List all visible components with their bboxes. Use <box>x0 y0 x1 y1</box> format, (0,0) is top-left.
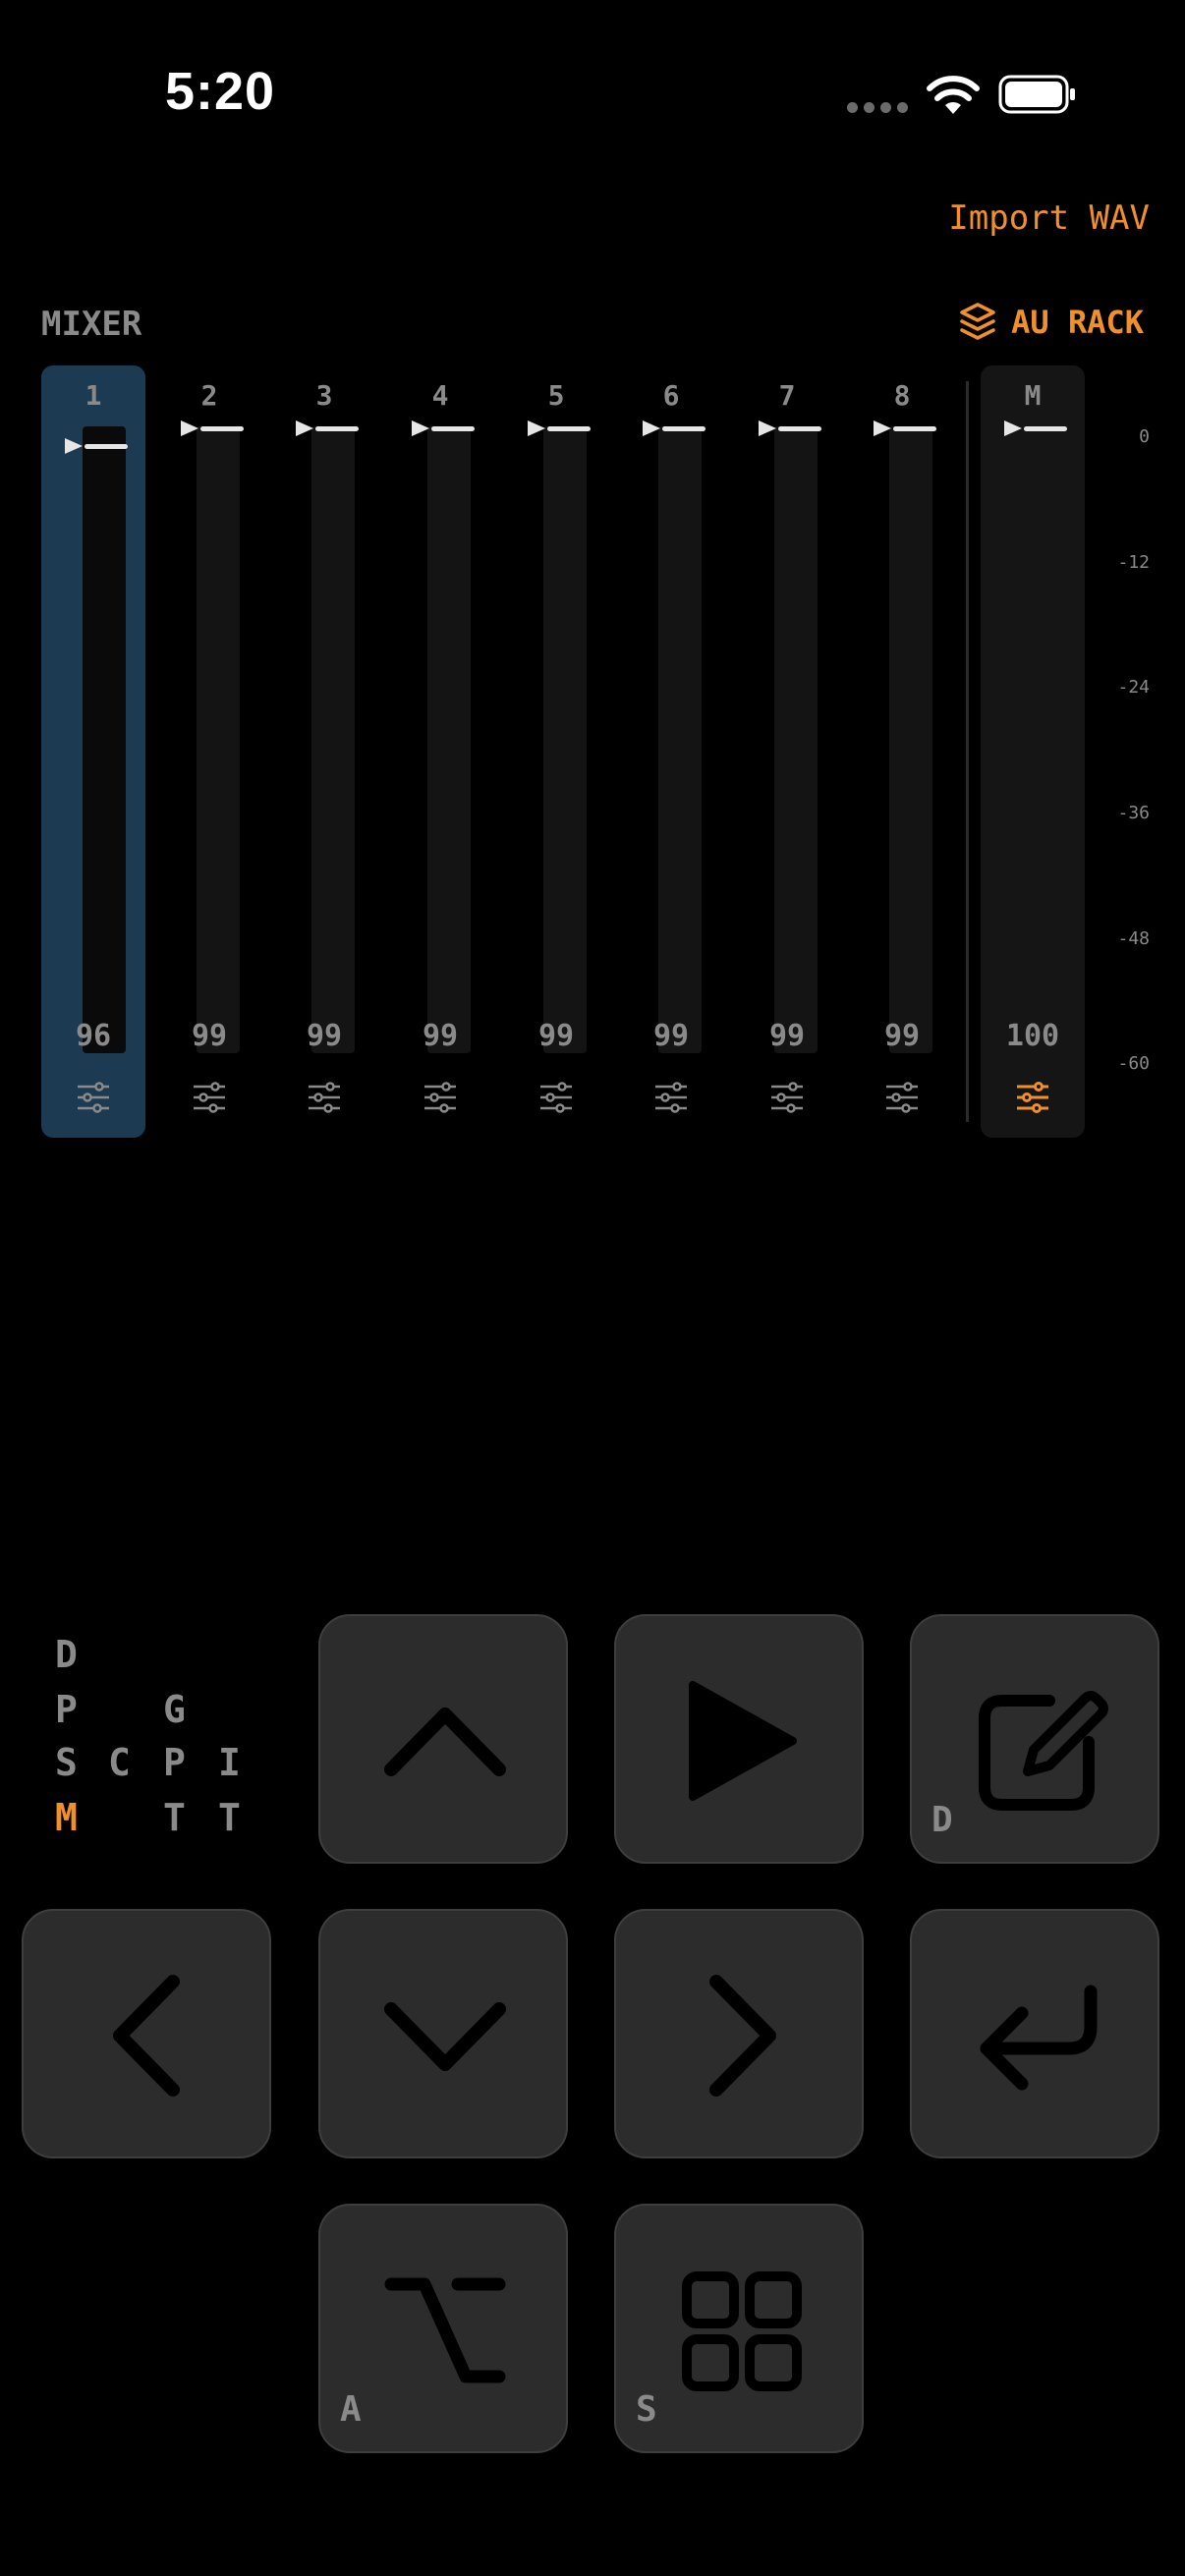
master-fader-handle[interactable] <box>1002 419 1071 438</box>
play-key[interactable] <box>614 1614 864 1864</box>
channel-value: 99 <box>537 1019 575 1053</box>
master-strip[interactable]: M 100 <box>981 365 1085 1138</box>
channel-label: 5 <box>547 379 565 412</box>
mode-letter[interactable]: T <box>163 1796 186 1839</box>
mode-letter[interactable]: I <box>218 1741 241 1784</box>
grid-key[interactable]: S <box>614 2204 864 2453</box>
fader-track[interactable] <box>83 426 126 1053</box>
cellular-signal-icon <box>847 102 908 114</box>
au-rack-label: AU RACK <box>1011 304 1144 341</box>
fader-track[interactable] <box>427 426 471 1053</box>
channel-settings-icon[interactable] <box>192 1081 227 1114</box>
mode-letter-active[interactable]: M <box>55 1796 78 1839</box>
option-key[interactable]: A <box>318 2204 568 2453</box>
strip-divider <box>966 381 969 1122</box>
mode-letter[interactable]: P <box>55 1688 78 1731</box>
channel-label: 1 <box>85 379 102 412</box>
mode-letter[interactable]: D <box>55 1633 78 1676</box>
channel-value: 99 <box>191 1019 228 1053</box>
fader-track[interactable] <box>311 426 355 1053</box>
mode-letter[interactable]: T <box>218 1796 241 1839</box>
left-key[interactable] <box>22 1909 271 2158</box>
channel-strip-4[interactable]: 4 99 <box>388 365 492 1138</box>
channel-value: 99 <box>306 1019 343 1053</box>
channel-settings-icon[interactable] <box>884 1081 920 1114</box>
channel-strip-8[interactable]: 8 99 <box>850 365 954 1138</box>
chevron-right-icon <box>709 1975 776 2097</box>
battery-icon <box>998 75 1075 114</box>
mode-letter[interactable]: P <box>163 1741 186 1784</box>
channel-settings-icon[interactable] <box>769 1081 805 1114</box>
fader-track[interactable] <box>543 426 587 1053</box>
chevron-up-icon <box>384 1708 506 1776</box>
fader-track[interactable] <box>889 426 932 1053</box>
import-wav-button[interactable]: Import WAV <box>948 198 1150 238</box>
key-hint: S <box>636 2389 657 2430</box>
channel-strip-1[interactable]: 1 96 <box>41 365 145 1138</box>
down-key[interactable] <box>318 1909 568 2158</box>
channel-label: 3 <box>315 379 333 412</box>
db-scale-label: 0 <box>1139 426 1150 447</box>
au-rack-button[interactable]: AU RACK <box>958 301 1144 344</box>
fader-track[interactable] <box>658 426 702 1053</box>
key-hint: A <box>340 2389 362 2430</box>
channel-label: 8 <box>893 379 911 412</box>
db-scale-label: -48 <box>1117 928 1150 949</box>
status-time: 5:20 <box>165 62 276 121</box>
channel-value: 99 <box>883 1019 921 1053</box>
channel-settings-icon[interactable] <box>307 1081 342 1114</box>
fader-track[interactable] <box>197 426 240 1053</box>
mode-letter[interactable]: C <box>108 1741 131 1784</box>
mode-letter[interactable]: S <box>55 1741 78 1784</box>
enter-key[interactable] <box>910 1909 1159 2158</box>
play-icon <box>689 1681 797 1801</box>
master-settings-icon[interactable] <box>1015 1081 1050 1114</box>
channel-settings-icon[interactable] <box>538 1081 574 1114</box>
channel-strip-5[interactable]: 5 99 <box>504 365 608 1138</box>
channel-settings-icon[interactable] <box>423 1081 458 1114</box>
layers-icon <box>960 303 995 340</box>
db-scale-label: -12 <box>1117 552 1150 573</box>
return-icon <box>980 1985 1098 2091</box>
chevron-down-icon <box>384 2002 506 2071</box>
channel-strip-2[interactable]: 2 99 <box>157 365 261 1138</box>
channel-value: 99 <box>422 1019 459 1053</box>
db-scale-label: -36 <box>1117 803 1150 823</box>
master-label: M <box>1024 379 1042 412</box>
fader-track[interactable] <box>774 426 818 1053</box>
master-value: 100 <box>1005 1019 1060 1053</box>
channel-label: 6 <box>662 379 680 412</box>
mixer-title: MIXER <box>41 305 142 344</box>
chevron-left-icon <box>113 1975 180 2097</box>
fader-handle[interactable] <box>757 419 825 438</box>
wifi-icon <box>927 76 980 114</box>
db-scale-label: -24 <box>1117 677 1150 698</box>
mode-letter[interactable]: G <box>163 1688 186 1731</box>
channel-settings-icon[interactable] <box>76 1081 111 1114</box>
fader-handle[interactable] <box>63 436 132 456</box>
channel-strip-6[interactable]: 6 99 <box>619 365 723 1138</box>
fader-handle[interactable] <box>641 419 709 438</box>
right-key[interactable] <box>614 1909 864 2158</box>
fader-handle[interactable] <box>410 419 479 438</box>
fader-handle[interactable] <box>872 419 940 438</box>
channel-label: 2 <box>200 379 218 412</box>
channel-value: 99 <box>768 1019 806 1053</box>
edit-key[interactable]: D <box>910 1614 1159 1864</box>
db-scale-label: -60 <box>1117 1053 1150 1074</box>
fader-handle[interactable] <box>526 419 594 438</box>
channel-value: 96 <box>75 1019 112 1053</box>
key-hint: D <box>931 1800 953 1840</box>
channel-label: 4 <box>431 379 449 412</box>
channel-label: 7 <box>778 379 796 412</box>
channel-value: 99 <box>652 1019 690 1053</box>
channel-settings-icon[interactable] <box>653 1081 689 1114</box>
channel-strip-3[interactable]: 3 99 <box>272 365 376 1138</box>
fader-handle[interactable] <box>294 419 363 438</box>
up-key[interactable] <box>318 1614 568 1864</box>
channel-strip-7[interactable]: 7 99 <box>735 365 839 1138</box>
fader-handle[interactable] <box>179 419 248 438</box>
